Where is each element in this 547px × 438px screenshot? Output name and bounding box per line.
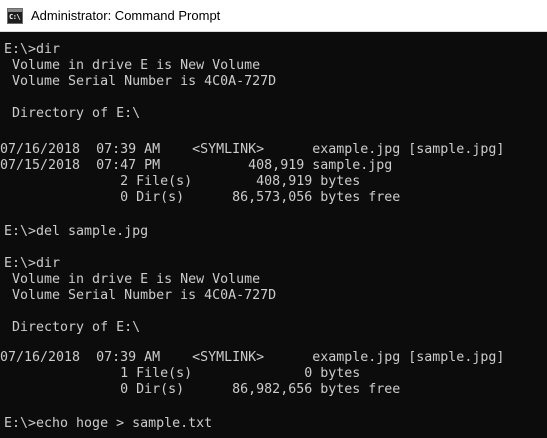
console-line: Volume in drive E is New Volume [4, 272, 261, 287]
console-line: Directory of E:\ [4, 106, 141, 121]
console-app-icon[interactable]: C:\ [7, 8, 23, 24]
icon-glyph: C:\ [9, 13, 21, 21]
console-line: 07/16/2018 07:39 AM <SYMLINK> example.jp… [0, 350, 505, 365]
console-line: E:\>dir [4, 42, 61, 57]
console-line: E:\>dir [4, 256, 61, 271]
console-line: Directory of E:\ [4, 320, 141, 335]
console-line: E:\>echo hoge > sample.txt [4, 416, 213, 431]
console-line: 1 File(s) 0 bytes [0, 366, 361, 381]
console-line: 0 Dir(s) 86,982,656 bytes free [0, 382, 401, 397]
console-line: Volume Serial Number is 4C0A-727D [4, 74, 277, 89]
console-line: 2 File(s) 408,919 bytes [0, 174, 361, 189]
console-line: E:\>del sample.jpg [4, 224, 149, 239]
window-title: Administrator: Command Prompt [31, 8, 221, 23]
console-line: 07/15/2018 07:47 PM 408,919 sample.jpg [0, 158, 393, 173]
console-line: 0 Dir(s) 86,573,056 bytes free [0, 190, 401, 205]
console-output-area[interactable]: E:\>dir Volume in drive E is New Volume … [0, 32, 547, 438]
console-line: 07/16/2018 07:39 AM <SYMLINK> example.jp… [0, 142, 505, 157]
console-line: Volume Serial Number is 4C0A-727D [4, 288, 277, 303]
console-line: Volume in drive E is New Volume [4, 58, 261, 73]
command-prompt-window: C:\ Administrator: Command Prompt E:\>di… [0, 0, 547, 438]
title-bar[interactable]: C:\ Administrator: Command Prompt [0, 0, 547, 32]
